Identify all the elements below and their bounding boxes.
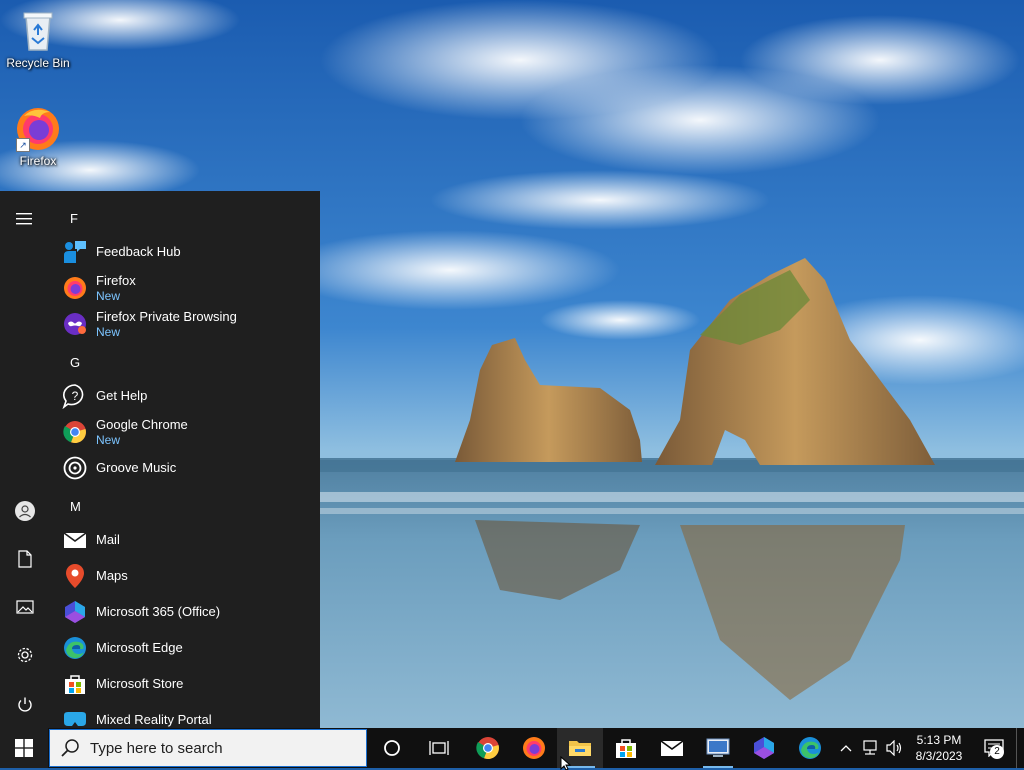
remote-desktop-icon [706, 738, 730, 757]
app-name: Microsoft 365 (Office) [96, 604, 221, 619]
taskbar-search-box[interactable]: Type here to search [49, 729, 367, 767]
app-item-firefox-private-browsing[interactable]: Firefox Private Browsing New [62, 307, 312, 341]
app-name: Google Chrome [96, 417, 188, 432]
mixed-reality-icon [62, 707, 88, 728]
search-placeholder: Type here to search [90, 739, 223, 757]
app-item-feedback-hub[interactable]: Feedback Hub [62, 235, 312, 269]
taskbar-chrome[interactable] [465, 728, 511, 768]
show-hidden-icons-button[interactable] [836, 728, 856, 768]
app-name: Mixed Reality Portal [96, 712, 212, 727]
app-item-groove-music[interactable]: Groove Music [62, 451, 312, 485]
start-menu: F Feedback Hub Firefox New Firefox Priva… [0, 191, 320, 728]
feedback-hub-icon [62, 239, 88, 265]
section-header-m[interactable]: M [70, 499, 81, 514]
new-badge: New [96, 433, 121, 447]
app-item-firefox[interactable]: Firefox New [62, 271, 312, 305]
section-header-g[interactable]: G [70, 355, 80, 370]
task-view-icon [429, 741, 449, 755]
desktop-icon-recycle-bin[interactable]: Recycle Bin [0, 6, 76, 70]
file-explorer-icon [569, 741, 591, 756]
app-name: Maps [96, 568, 128, 583]
cortana-button[interactable] [369, 728, 415, 768]
speaker-icon [886, 740, 902, 756]
edge-icon [62, 635, 88, 661]
groove-music-icon [62, 455, 88, 481]
taskbar: Type here to search 5:13 PM 8/3/2023 [0, 728, 1024, 768]
user-icon[interactable] [0, 491, 50, 531]
app-name: Microsoft Store [96, 676, 184, 691]
store-icon [62, 671, 88, 697]
windows-logo-icon [15, 739, 33, 757]
app-list: F Feedback Hub Firefox New Firefox Priva… [50, 191, 320, 728]
maps-icon [62, 563, 88, 589]
chrome-icon [62, 419, 88, 445]
taskbar-office[interactable] [741, 728, 787, 768]
desktop-icon-label: Recycle Bin [6, 56, 70, 70]
cortana-icon [384, 740, 400, 756]
firefox-private-icon [62, 311, 88, 337]
new-badge: New [96, 325, 121, 339]
app-item-maps[interactable]: Maps [62, 559, 312, 593]
network-button[interactable] [858, 728, 882, 768]
app-name: Firefox Private Browsing [96, 309, 237, 324]
notification-count-badge: 2 [990, 745, 1004, 759]
app-item-microsoft-365[interactable]: Microsoft 365 (Office) [62, 595, 312, 629]
chrome-icon [476, 737, 499, 760]
store-icon [616, 739, 636, 758]
desktop-icon-label: Firefox [19, 154, 57, 168]
section-header-f[interactable]: F [70, 211, 78, 226]
clock-time: 5:13 PM [916, 733, 962, 747]
firefox-icon: ↗ [14, 104, 62, 152]
app-name: Groove Music [96, 460, 177, 475]
task-view-button[interactable] [416, 728, 462, 768]
app-item-google-chrome[interactable]: Google Chrome New [62, 415, 312, 449]
taskbar-remote-desktop[interactable] [695, 728, 741, 768]
search-icon [61, 739, 79, 757]
clock-date: 8/3/2023 [915, 749, 963, 763]
app-name: Feedback Hub [96, 244, 181, 259]
app-item-microsoft-edge[interactable]: Microsoft Edge [62, 631, 312, 665]
edge-icon [799, 737, 821, 759]
taskbar-firefox[interactable] [511, 728, 557, 768]
new-badge: New [96, 289, 121, 303]
recycle-bin-icon [14, 6, 62, 54]
shortcut-arrow-icon: ↗ [16, 138, 30, 152]
pictures-icon[interactable] [0, 587, 50, 627]
power-icon[interactable] [0, 685, 50, 725]
documents-icon[interactable] [0, 539, 50, 579]
app-name: Get Help [96, 388, 148, 403]
get-help-icon: ? [62, 383, 88, 409]
volume-button[interactable] [883, 728, 907, 768]
firefox-icon [523, 737, 545, 759]
app-name: Mail [96, 532, 120, 547]
taskbar-store[interactable] [603, 728, 649, 768]
app-item-mail[interactable]: Mail [62, 523, 312, 557]
app-name: Firefox [96, 273, 136, 288]
settings-icon[interactable] [0, 635, 50, 675]
chevron-up-icon [840, 745, 852, 752]
app-name: Microsoft Edge [96, 640, 183, 655]
show-desktop-button[interactable] [1016, 728, 1024, 768]
app-item-get-help[interactable]: ? Get Help [62, 379, 312, 413]
network-icon [863, 740, 877, 755]
svg-text:?: ? [72, 389, 79, 403]
start-button[interactable] [0, 728, 48, 768]
clock-button[interactable]: 5:13 PM 8/3/2023 [910, 728, 968, 768]
mail-icon [660, 740, 684, 756]
taskbar-mail[interactable] [649, 728, 695, 768]
office-icon [754, 737, 774, 759]
taskbar-edge[interactable] [787, 728, 833, 768]
app-item-microsoft-store[interactable]: Microsoft Store [62, 667, 312, 701]
firefox-icon [62, 275, 88, 301]
app-item-mixed-reality-portal[interactable]: Mixed Reality Portal [62, 703, 312, 728]
office-icon [62, 599, 88, 625]
desktop-icon-firefox[interactable]: ↗ Firefox [0, 104, 76, 168]
mail-icon [62, 527, 88, 553]
start-menu-rail [0, 191, 50, 728]
hamburger-icon[interactable] [0, 199, 50, 239]
